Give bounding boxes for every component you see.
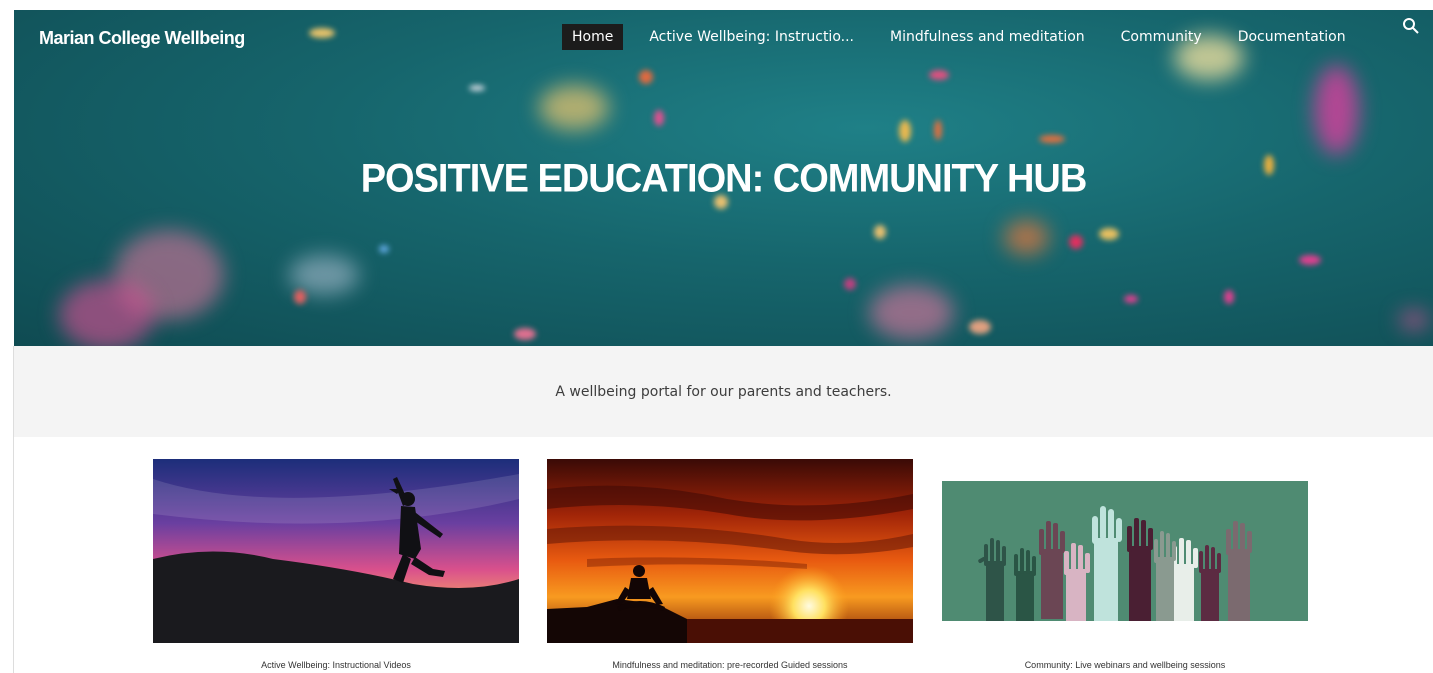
search-icon[interactable] [1402,17,1420,35]
tagline-text: A wellbeing portal for our parents and t… [555,383,892,400]
confetti-decoration [899,120,911,142]
confetti-decoration [1069,235,1083,249]
confetti-decoration [1124,295,1138,303]
main-nav: Home Active Wellbeing: Instructio... Min… [562,24,1372,50]
confetti-decoration [309,28,335,38]
confetti-decoration [1004,220,1049,255]
confetti-decoration [1099,228,1119,240]
card-active-wellbeing[interactable]: Active Wellbeing: Instructional Videos [153,459,519,673]
confetti-decoration [639,70,653,84]
confetti-decoration [874,225,886,239]
confetti-decoration [1314,65,1359,155]
tagline-band: A wellbeing portal for our parents and t… [14,346,1433,437]
hero-title: POSITIVE EDUCATION: COMMUNITY HUB [360,156,1088,202]
confetti-decoration [379,245,389,253]
card-mindfulness[interactable]: Mindfulness and meditation: pre-recorded… [547,459,913,673]
confetti-decoration [539,85,609,130]
card-caption[interactable]: Mindfulness and meditation: pre-recorded… [547,660,913,670]
raised-hands-image[interactable] [942,481,1308,621]
nav-item-documentation[interactable]: Documentation [1228,24,1356,50]
confetti-decoration [844,278,856,290]
confetti-decoration [929,70,949,80]
confetti-decoration [1399,310,1429,330]
card-caption[interactable]: Community: Live webinars and wellbeing s… [942,660,1308,670]
confetti-decoration [294,290,306,304]
confetti-decoration [1039,135,1065,143]
hero-banner: Marian College Wellbeing Home Active Wel… [14,10,1433,346]
confetti-decoration [59,280,154,346]
confetti-decoration [934,120,942,140]
confetti-decoration [969,320,991,334]
silhouette-meditating-image[interactable] [547,459,913,643]
silhouette-jumping-image[interactable] [153,459,519,643]
confetti-decoration [869,285,954,340]
nav-item-mindfulness[interactable]: Mindfulness and meditation [880,24,1095,50]
confetti-decoration [289,255,359,295]
nav-item-home[interactable]: Home [562,24,624,50]
confetti-decoration [469,85,485,91]
confetti-decoration [654,110,664,126]
confetti-decoration [1224,290,1234,304]
confetti-decoration [514,328,536,340]
confetti-decoration [1299,255,1321,265]
card-caption[interactable]: Active Wellbeing: Instructional Videos [153,660,519,670]
nav-item-community[interactable]: Community [1111,24,1212,50]
site-brand[interactable]: Marian College Wellbeing [39,28,245,49]
card-community[interactable]: Community: Live webinars and wellbeing s… [942,481,1308,673]
nav-item-active-wellbeing[interactable]: Active Wellbeing: Instructio... [639,24,864,50]
